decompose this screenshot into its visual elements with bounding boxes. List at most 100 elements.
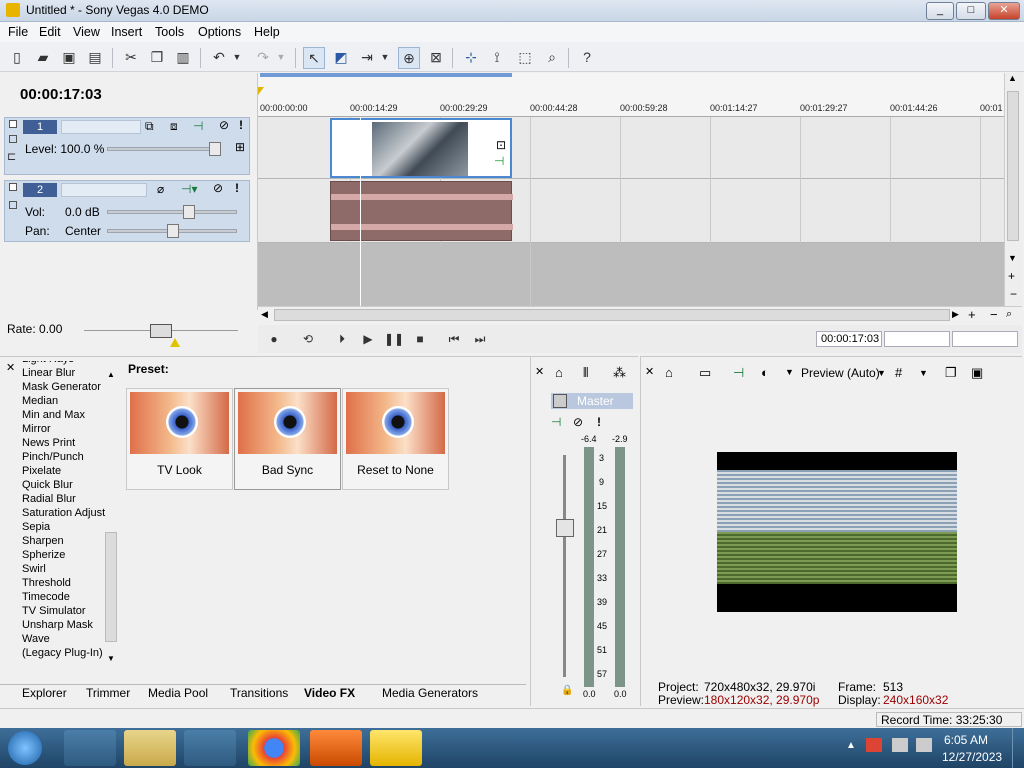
fx-list-item[interactable]: Threshold	[22, 577, 71, 589]
tab-media-pool[interactable]: Media Pool	[148, 686, 208, 700]
fx-list-item[interactable]: Pixelate	[22, 465, 61, 477]
ignore-grouping-icon[interactable]: ⟟	[486, 47, 508, 69]
mixer-fx-icon[interactable]: ⁂	[613, 365, 626, 381]
show-desktop-button[interactable]	[1012, 728, 1024, 768]
track-minimize-icon[interactable]	[9, 120, 17, 128]
level-slider[interactable]	[107, 147, 221, 151]
tab-video-fx[interactable]: Video FX	[304, 686, 355, 700]
track-minimize-icon[interactable]	[9, 183, 17, 191]
panel-close-icon[interactable]: ✕	[6, 361, 15, 374]
maximize-button[interactable]: □	[956, 2, 986, 20]
volume-icon[interactable]	[916, 738, 932, 752]
expand-icon[interactable]	[9, 201, 17, 209]
fx-list-item[interactable]: Saturation Adjust	[22, 507, 105, 519]
overlays-icon[interactable]: #	[895, 365, 902, 380]
track-name-field[interactable]	[61, 120, 141, 134]
quality-dropdown-icon[interactable]: ▼	[877, 368, 886, 378]
normal-edit-tool-icon[interactable]: ↖	[303, 47, 325, 69]
zoom-tool-icon[interactable]: ⌕	[541, 47, 563, 69]
audio-event[interactable]	[330, 181, 513, 241]
fx-list-item[interactable]: Min and Max	[22, 409, 85, 421]
paste-icon[interactable]: ▥	[172, 47, 194, 69]
menu-view[interactable]: View	[73, 25, 100, 39]
invert-phase-icon[interactable]: ⌀	[157, 182, 164, 196]
master-fader-track[interactable]	[563, 455, 566, 677]
mute-icon[interactable]: ⊘	[213, 181, 223, 195]
tab-trimmer[interactable]: Trimmer	[86, 686, 130, 700]
mixer-properties-icon[interactable]: ⌂	[555, 365, 563, 380]
master-solo-icon[interactable]: !	[597, 415, 601, 429]
fx-list-item[interactable]: Radial Blur	[22, 493, 76, 505]
zoom-out-vertical-icon[interactable]: −	[1010, 287, 1017, 301]
fx-list-item[interactable]: Linear Blur	[22, 367, 75, 379]
master-fx-icon[interactable]: ⊣	[551, 415, 561, 429]
fx-list-item[interactable]: Timecode	[22, 591, 70, 603]
auto-ripple-icon[interactable]: ⇥	[356, 47, 378, 69]
whats-this-help-icon[interactable]: ?	[576, 47, 598, 69]
minimize-button[interactable]: _	[926, 2, 954, 20]
h-scrollbar-thumb[interactable]	[274, 309, 950, 321]
properties-icon[interactable]: ▤	[84, 47, 106, 69]
expand-icon[interactable]	[9, 135, 17, 143]
auto-crossfade-icon[interactable]: ⊠	[425, 47, 447, 69]
event-fx-icon[interactable]: ⊣	[494, 154, 504, 168]
overlays-dropdown-icon[interactable]: ▼	[919, 368, 928, 378]
track-fx-icon[interactable]: ⊣	[193, 119, 203, 133]
chrome-icon[interactable]	[248, 730, 300, 766]
tab-explorer[interactable]: Explorer	[22, 686, 67, 700]
save-snapshot-icon[interactable]: ▣	[971, 365, 983, 381]
video-event[interactable]: ⊡ ⊣	[330, 118, 512, 178]
split-dropdown-icon[interactable]: ▼	[785, 367, 794, 377]
network-icon[interactable]	[892, 738, 908, 752]
scroll-down-icon[interactable]: ▼	[107, 654, 115, 663]
pause-icon[interactable]: ❚❚	[384, 331, 404, 347]
fx-list-item[interactable]: Pinch/Punch	[22, 451, 84, 463]
scroll-right-icon[interactable]: ▶	[952, 309, 959, 320]
ripple-dropdown-icon[interactable]: ▼	[378, 47, 392, 69]
fx-list-item[interactable]: News Print	[22, 437, 75, 449]
menu-file[interactable]: File	[8, 25, 28, 39]
menu-options[interactable]: Options	[198, 25, 241, 39]
fx-list-item[interactable]: Swirl	[22, 563, 46, 575]
internet-explorer-icon[interactable]	[64, 730, 116, 766]
fx-list-item[interactable]: Unsharp Mask	[22, 619, 93, 631]
audio-track-header[interactable]: 2 ⌀ ⊣▾ ⊘ ! Vol: 0.0 dB Pan: Center	[4, 180, 250, 242]
fx-list-item[interactable]: (Legacy Plug-In)	[22, 647, 103, 659]
fx-list-item[interactable]: Sepia	[22, 521, 50, 533]
video-track-header[interactable]: 1 ⧉ ⧈ ⊣ ⊘ ! Level: 100.0 % ⊞ ⊏	[4, 117, 250, 175]
undo-icon[interactable]: ↶	[208, 47, 230, 69]
loop-region-bar[interactable]	[260, 73, 512, 77]
selection-tool-icon[interactable]: ⬚	[514, 47, 536, 69]
track-expand-icon[interactable]: ⊏	[7, 150, 16, 163]
cut-icon[interactable]: ✂	[120, 47, 142, 69]
fx-list-item[interactable]: Spherize	[22, 549, 65, 561]
mute-icon[interactable]: ⊘	[219, 118, 229, 132]
stop-icon[interactable]: ■	[410, 331, 430, 347]
fx-list-item[interactable]: Quick Blur	[22, 479, 73, 491]
solo-icon[interactable]: !	[239, 118, 243, 132]
scroll-up-icon[interactable]: ▲	[107, 370, 115, 379]
tab-transitions[interactable]: Transitions	[230, 686, 288, 700]
play-icon[interactable]: ▶	[358, 331, 378, 347]
external-monitor-icon[interactable]: ▭	[699, 365, 711, 381]
action-center-icon[interactable]	[866, 738, 882, 752]
menu-help[interactable]: Help	[254, 25, 280, 39]
scroll-up-icon[interactable]: ▲	[1008, 73, 1017, 83]
audio-app-icon[interactable]	[310, 730, 362, 766]
track-name-field[interactable]	[61, 183, 147, 197]
close-button[interactable]: ✕	[988, 2, 1020, 20]
horizontal-scrollbar[interactable]: ◀ ▶ + − ⌕	[258, 306, 1022, 324]
motion-icon[interactable]: ⊞	[235, 140, 245, 154]
pan-slider-thumb[interactable]	[167, 224, 179, 238]
playhead-cursor[interactable]	[360, 117, 361, 310]
preview-properties-icon[interactable]: ⌂	[665, 365, 673, 380]
panel-close-icon[interactable]: ✕	[645, 365, 654, 378]
redo-dropdown-icon[interactable]: ▼	[274, 47, 288, 69]
volume-slider[interactable]	[107, 210, 237, 214]
zoom-tool-small-icon[interactable]: ⌕	[1006, 308, 1012, 321]
new-icon[interactable]: ▯	[6, 47, 28, 69]
media-player-icon[interactable]	[184, 730, 236, 766]
preview-quality[interactable]: Preview (Auto)	[801, 366, 880, 380]
record-icon[interactable]: ●	[264, 331, 284, 347]
fx-list-item[interactable]: Median	[22, 395, 58, 407]
